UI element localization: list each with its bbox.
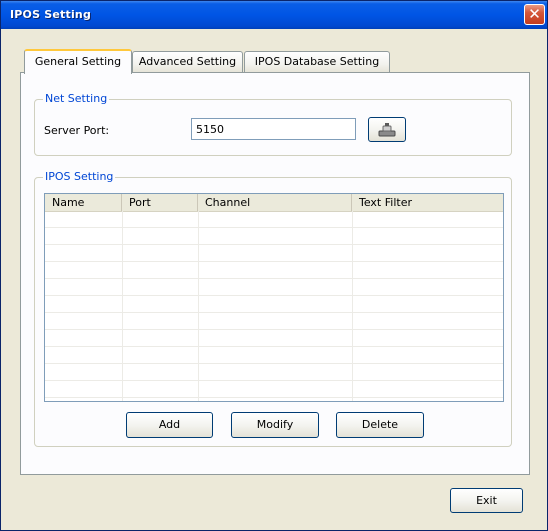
ipos-setting-window: IPOS Setting ✕ General Setting Advanced … [0, 0, 548, 531]
ipos-table[interactable]: Name Port Channel Text Filter [44, 193, 504, 402]
server-port-keyboard-button[interactable] [368, 117, 406, 142]
tab-label: General Setting [34, 55, 122, 68]
table-row[interactable] [45, 364, 503, 381]
column-header-channel[interactable]: Channel [198, 194, 352, 211]
server-port-label: Server Port: [44, 124, 110, 137]
table-row[interactable] [45, 347, 503, 364]
table-row[interactable] [45, 262, 503, 279]
tab-label: Advanced Setting [138, 55, 237, 68]
close-button[interactable]: ✕ [524, 4, 545, 25]
table-row[interactable] [45, 330, 503, 347]
tab-ipos-database-setting[interactable]: IPOS Database Setting [244, 51, 390, 72]
window-title: IPOS Setting [10, 8, 92, 21]
keyboard-icon [378, 123, 396, 137]
tab-label: IPOS Database Setting [254, 55, 380, 68]
table-row[interactable] [45, 245, 503, 262]
table-row[interactable] [45, 296, 503, 313]
tab-advanced-setting[interactable]: Advanced Setting [132, 51, 243, 72]
column-header-name[interactable]: Name [45, 194, 122, 211]
table-row[interactable] [45, 279, 503, 296]
title-bar[interactable]: IPOS Setting ✕ [1, 1, 547, 29]
table-row[interactable] [45, 313, 503, 330]
add-button[interactable]: Add [126, 412, 213, 438]
column-header-port[interactable]: Port [122, 194, 198, 211]
exit-button[interactable]: Exit [450, 488, 523, 513]
table-header: Name Port Channel Text Filter [45, 194, 503, 212]
table-row[interactable] [45, 381, 503, 398]
table-row[interactable] [45, 211, 503, 228]
server-port-input[interactable] [191, 118, 356, 140]
table-row[interactable] [45, 228, 503, 245]
modify-button[interactable]: Modify [231, 412, 319, 438]
net-setting-group: Net Setting Server Port: [34, 92, 512, 156]
tab-general-setting[interactable]: General Setting [24, 49, 132, 74]
net-setting-title: Net Setting [43, 92, 110, 105]
general-setting-panel: Net Setting Server Port: IPOS Setting Na… [20, 72, 530, 475]
ipos-setting-title: IPOS Setting [43, 170, 116, 183]
close-icon: ✕ [528, 5, 541, 23]
ipos-setting-group: IPOS Setting Name Port Channel Text Filt… [34, 170, 512, 447]
delete-button[interactable]: Delete [336, 412, 424, 438]
column-header-text-filter[interactable]: Text Filter [352, 194, 503, 211]
